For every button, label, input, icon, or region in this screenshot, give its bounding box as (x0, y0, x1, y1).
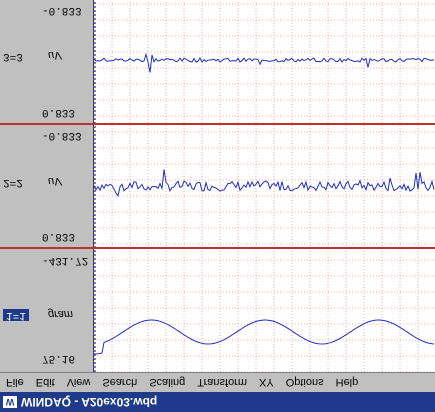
menu-scaling[interactable]: Scaling (143, 377, 191, 389)
menu-help[interactable]: Help (330, 377, 365, 389)
ch3-top-value: 0.833 (42, 106, 76, 118)
ch3-waveform (94, 52, 435, 73)
windaq-app-icon[interactable]: W (3, 396, 17, 408)
channel-separator-2 (0, 123, 435, 125)
menu-view[interactable]: View (61, 377, 97, 389)
menu-options[interactable]: Options (280, 377, 330, 389)
ch3-name[interactable]: 3=3 (3, 50, 23, 62)
window-title: WINDAQ - A20ex03.wdq (21, 395, 158, 409)
ch1-units: gram (48, 308, 74, 320)
channel-label-panel: 75.16 gram 1=1 -431.72 0.833 uV 2=2 -0.8… (0, 0, 94, 372)
ch2-top-value: 0.833 (42, 230, 76, 242)
ch1-name[interactable]: 1=1 (3, 309, 29, 321)
ch1-bottom-value: -431.72 (42, 254, 89, 266)
windaq-window: W WINDAQ - A20ex03.wdq File Edit View Se… (0, 0, 435, 412)
title-bar[interactable]: W WINDAQ - A20ex03.wdq (0, 392, 435, 412)
menu-search[interactable]: Search (96, 377, 143, 389)
ch2-units: uV (48, 175, 62, 187)
ch2-waveform (94, 169, 435, 198)
ch1-top-value: 75.16 (42, 352, 76, 364)
menu-bar: File Edit View Search Scaling Transform … (0, 372, 435, 392)
channel-separator-1 (0, 247, 435, 249)
menu-transform[interactable]: Transform (191, 377, 253, 389)
menu-file[interactable]: File (0, 377, 30, 389)
menu-xy[interactable]: XY (253, 377, 280, 389)
ch3-bottom-value: -0.833 (42, 4, 82, 16)
ch2-name[interactable]: 2=2 (3, 176, 23, 188)
ch2-bottom-value: -0.833 (42, 129, 82, 141)
ch1-waveform (94, 319, 435, 355)
waveform-display[interactable] (94, 0, 435, 372)
ch3-units: uV (48, 49, 62, 61)
menu-edit[interactable]: Edit (30, 377, 61, 389)
